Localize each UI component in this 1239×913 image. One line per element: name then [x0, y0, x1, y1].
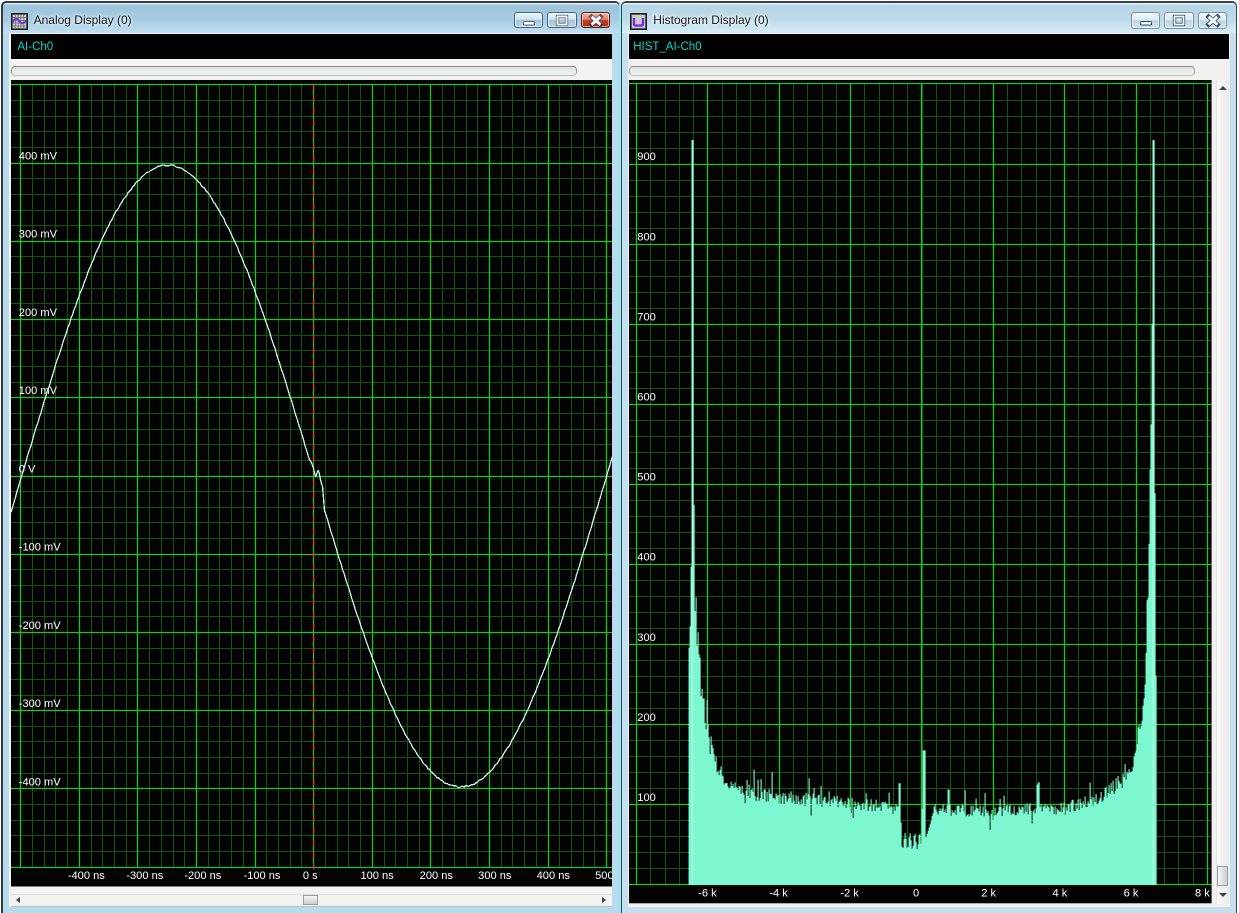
svg-text:100 mV: 100 mV [18, 385, 57, 397]
svg-text:-100 mV: -100 mV [18, 542, 60, 554]
svg-text:0 s: 0 s [303, 870, 318, 882]
svg-text:0 V: 0 V [18, 464, 35, 476]
svg-text:400 mV: 400 mV [18, 151, 57, 163]
svg-text:500 ns: 500 ns [595, 870, 613, 882]
svg-text:200 ns: 200 ns [419, 870, 453, 882]
svg-text:900: 900 [638, 151, 656, 163]
svg-text:-2 k: -2 k [841, 888, 860, 900]
svg-text:300: 300 [638, 632, 656, 644]
svg-text:8 k: 8 k [1195, 888, 1210, 900]
svg-text:100: 100 [638, 792, 656, 804]
svg-text:-400 ns: -400 ns [68, 870, 105, 882]
svg-text:4 k: 4 k [1053, 888, 1068, 900]
svg-text:100 ns: 100 ns [360, 870, 394, 882]
svg-text:-300 ns: -300 ns [126, 870, 163, 882]
svg-text:500: 500 [638, 472, 656, 484]
svg-text:200 mV: 200 mV [18, 307, 57, 319]
svg-text:-300 mV: -300 mV [18, 698, 60, 710]
svg-text:-200 ns: -200 ns [184, 870, 221, 882]
svg-text:800: 800 [638, 232, 656, 244]
svg-text:0: 0 [913, 888, 919, 900]
svg-text:600: 600 [638, 392, 656, 404]
svg-text:300 mV: 300 mV [18, 229, 57, 241]
svg-text:-100 ns: -100 ns [243, 870, 280, 882]
svg-text:400: 400 [638, 552, 656, 564]
svg-text:2 k: 2 k [982, 888, 997, 900]
svg-text:-6 k: -6 k [699, 888, 718, 900]
svg-text:300 ns: 300 ns [478, 870, 512, 882]
svg-text:200: 200 [638, 712, 656, 724]
svg-text:-400 mV: -400 mV [18, 777, 60, 789]
svg-text:-4 k: -4 k [770, 888, 789, 900]
svg-text:-200 mV: -200 mV [18, 620, 60, 632]
svg-text:6 k: 6 k [1124, 888, 1139, 900]
svg-text:700: 700 [638, 312, 656, 324]
svg-text:400 ns: 400 ns [536, 870, 570, 882]
